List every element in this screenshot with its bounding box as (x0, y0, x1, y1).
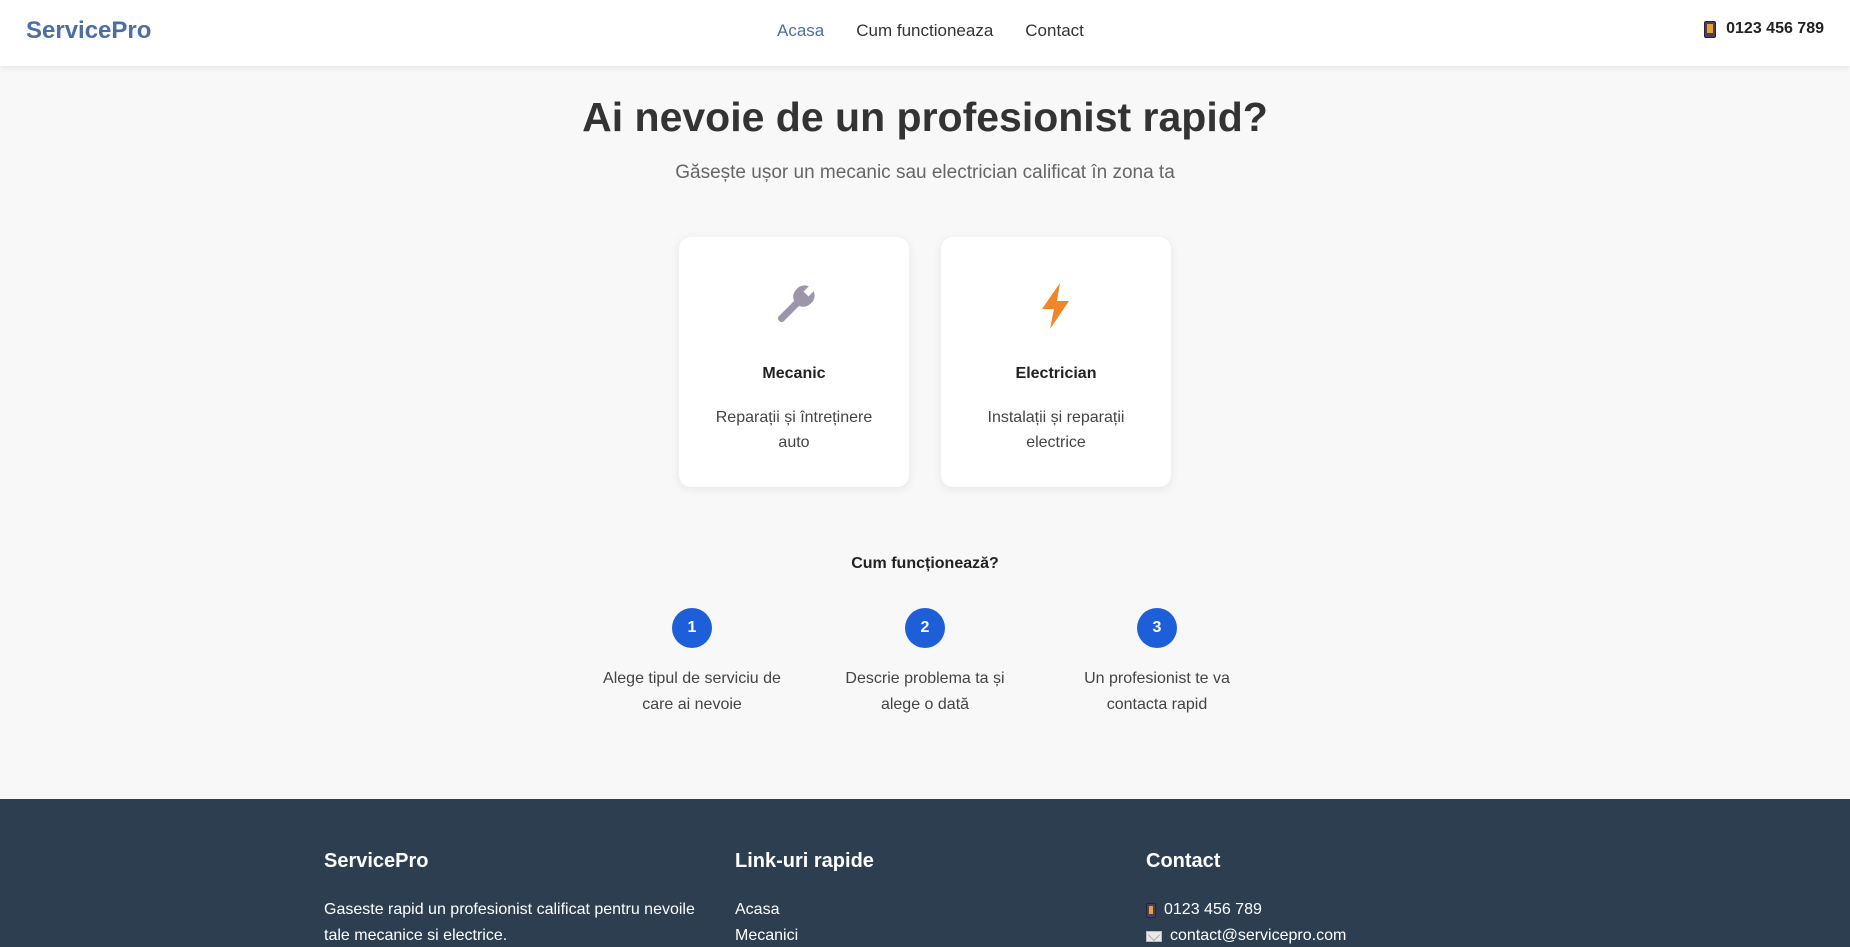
service-card-electrician[interactable]: Electrician Instalații și reparații elec… (941, 237, 1171, 487)
footer-contact-title: Contact (1146, 850, 1221, 872)
footer-email-address: contact@servicepro.com (1170, 927, 1347, 944)
footer-about-title: ServicePro (324, 850, 429, 872)
step-number-badge: 2 (905, 608, 945, 648)
main-nav: Acasa Cum functioneaza Contact (777, 21, 1084, 41)
lightning-icon (1042, 283, 1069, 329)
envelope-icon (1146, 930, 1162, 942)
step-number-badge: 1 (672, 608, 712, 648)
how-it-works-title: Cum funcționează? (851, 555, 999, 572)
footer-phone[interactable]: 0123 456 789 (1146, 897, 1446, 923)
footer-link-item: Acasa (735, 897, 1035, 923)
nav-link-contact[interactable]: Contact (1025, 21, 1084, 41)
nav-link-acasa[interactable]: Acasa (777, 21, 824, 41)
footer-links-title: Link-uri rapide (735, 850, 874, 872)
hero-subtitle: Găsește ușor un mecanic sau electrician … (675, 162, 1175, 183)
footer-quick-links: Link-uri rapide Acasa Mecanici (735, 850, 1035, 947)
step-text: Descrie problema ta și alege o dată (845, 670, 1005, 713)
wrench-icon (777, 284, 816, 323)
step-item: 1 Alege tipul de serviciu de care ai nev… (597, 608, 787, 718)
hero-title: Ai nevoie de un profesionist rapid? (582, 94, 1268, 140)
footer-about-text: Gaseste rapid un profesionist calificat … (324, 901, 695, 944)
nav-link-cum-functioneaza[interactable]: Cum functioneaza (856, 21, 993, 41)
footer-about: ServicePro Gaseste rapid un profesionist… (324, 850, 704, 947)
step-text: Alege tipul de serviciu de care ai nevoi… (603, 670, 781, 713)
footer-link-acasa[interactable]: Acasa (735, 901, 779, 918)
footer-contact: Contact 0123 456 789 contact@servicepro.… (1146, 850, 1446, 947)
footer-link-item: Mecanici (735, 923, 1035, 947)
phone-icon (1704, 20, 1717, 38)
logo[interactable]: ServicePro (26, 17, 151, 45)
service-description: Reparații și întreținere auto (715, 409, 873, 451)
service-title: Electrician (1015, 365, 1097, 382)
footer-phone-number: 0123 456 789 (1164, 901, 1262, 918)
footer-link-mecanici[interactable]: Mecanici (735, 927, 798, 944)
step-text: Un profesionist te va contacta rapid (1084, 670, 1230, 713)
footer-email[interactable]: contact@servicepro.com (1146, 923, 1446, 947)
step-item: 3 Un profesionist te va contacta rapid (1062, 608, 1252, 718)
top-navbar: ServicePro Acasa Cum functioneaza Contac… (0, 0, 1850, 66)
footer: ServicePro Gaseste rapid un profesionist… (0, 799, 1850, 947)
service-title: Mecanic (762, 365, 826, 382)
phone-icon (1146, 902, 1156, 918)
step-number-badge: 3 (1137, 608, 1177, 648)
header-phone-number: 0123 456 789 (1726, 20, 1824, 37)
service-description: Instalații și reparații electrice (987, 409, 1125, 451)
service-card-mecanic[interactable]: Mecanic Reparații și întreținere auto (679, 237, 909, 487)
step-item: 2 Descrie problema ta și alege o dată (830, 608, 1020, 718)
header-phone[interactable]: 0123 456 789 (1704, 20, 1824, 38)
